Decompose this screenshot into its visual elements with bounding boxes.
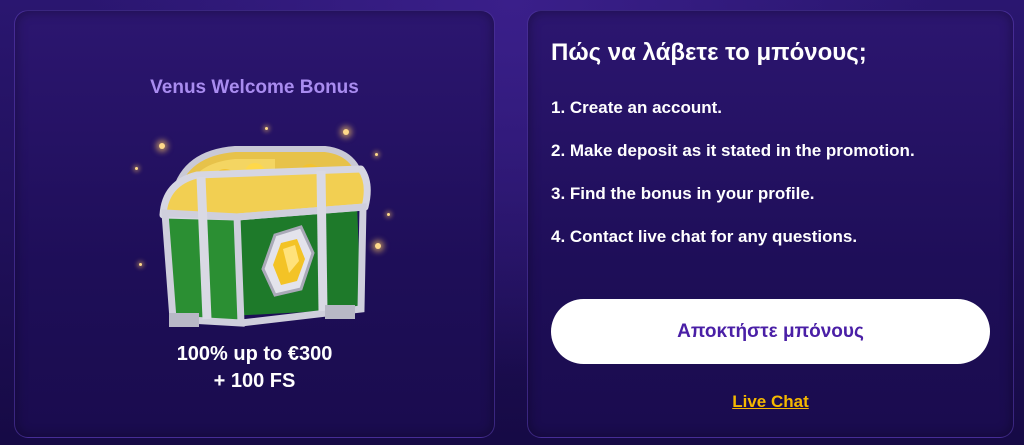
- bonus-title: Venus Welcome Bonus: [150, 77, 359, 98]
- step-item: 2. Make deposit as it stated in the prom…: [551, 141, 915, 160]
- step-item: 3. Find the bonus in your profile.: [551, 184, 815, 203]
- bonus-card: Venus Welcome Bonus 100% up to €300 + 10…: [14, 10, 495, 438]
- treasure-chest-icon: [125, 123, 395, 338]
- page: Venus Welcome Bonus 100% up to €300 + 10…: [0, 0, 1024, 445]
- how-to-title: Πώς να λάβετε το μπόνους;: [551, 39, 867, 66]
- offer-amount: 100% up to €300: [176, 343, 333, 365]
- live-chat-link[interactable]: Live Chat: [528, 392, 1013, 412]
- steps-list: 1. Create an account. 2. Make deposit as…: [551, 97, 915, 269]
- step-item: 1. Create an account.: [551, 98, 723, 117]
- get-bonus-button[interactable]: Αποκτήστε μπόνους: [551, 299, 990, 364]
- step-item: 4. Contact live chat for any questions.: [551, 227, 858, 246]
- offer-free-spins: + 100 FS: [213, 370, 296, 392]
- bonus-offer: 100% up to €300 + 100 FS: [15, 341, 494, 395]
- how-to-card: Πώς να λάβετε το μπόνους; 1. Create an a…: [527, 10, 1014, 438]
